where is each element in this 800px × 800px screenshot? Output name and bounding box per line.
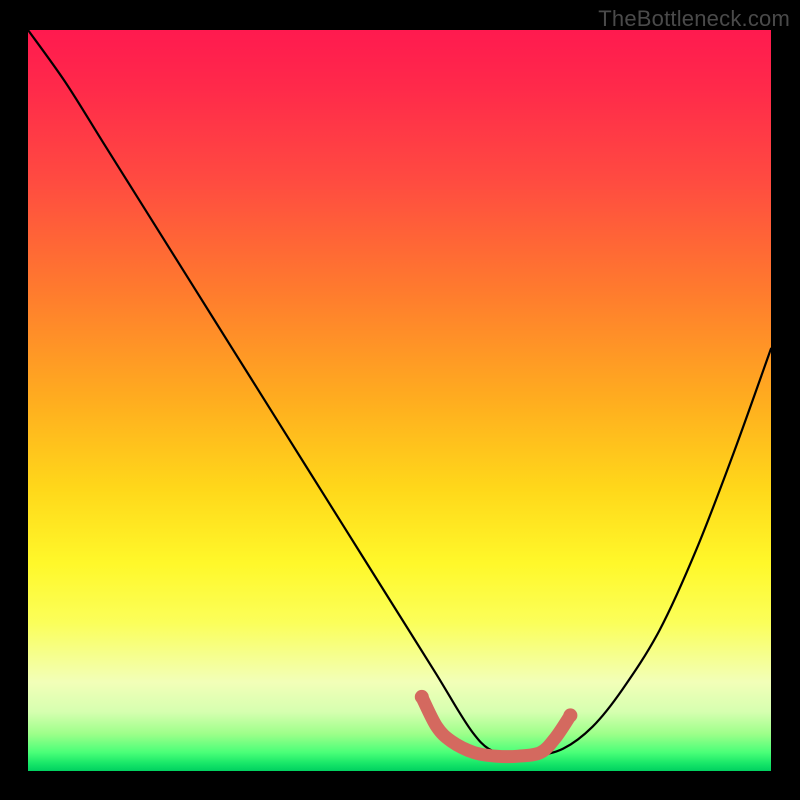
optimal-band-start-dot — [415, 690, 429, 704]
optimal-band-red — [422, 697, 571, 757]
plot-area — [28, 30, 771, 771]
optimal-band-end-dot — [563, 708, 577, 722]
curve-overlay — [28, 30, 771, 771]
mismatch-curve-black — [28, 30, 771, 757]
chart-frame: TheBottleneck.com — [0, 0, 800, 800]
attribution-watermark: TheBottleneck.com — [598, 6, 790, 32]
